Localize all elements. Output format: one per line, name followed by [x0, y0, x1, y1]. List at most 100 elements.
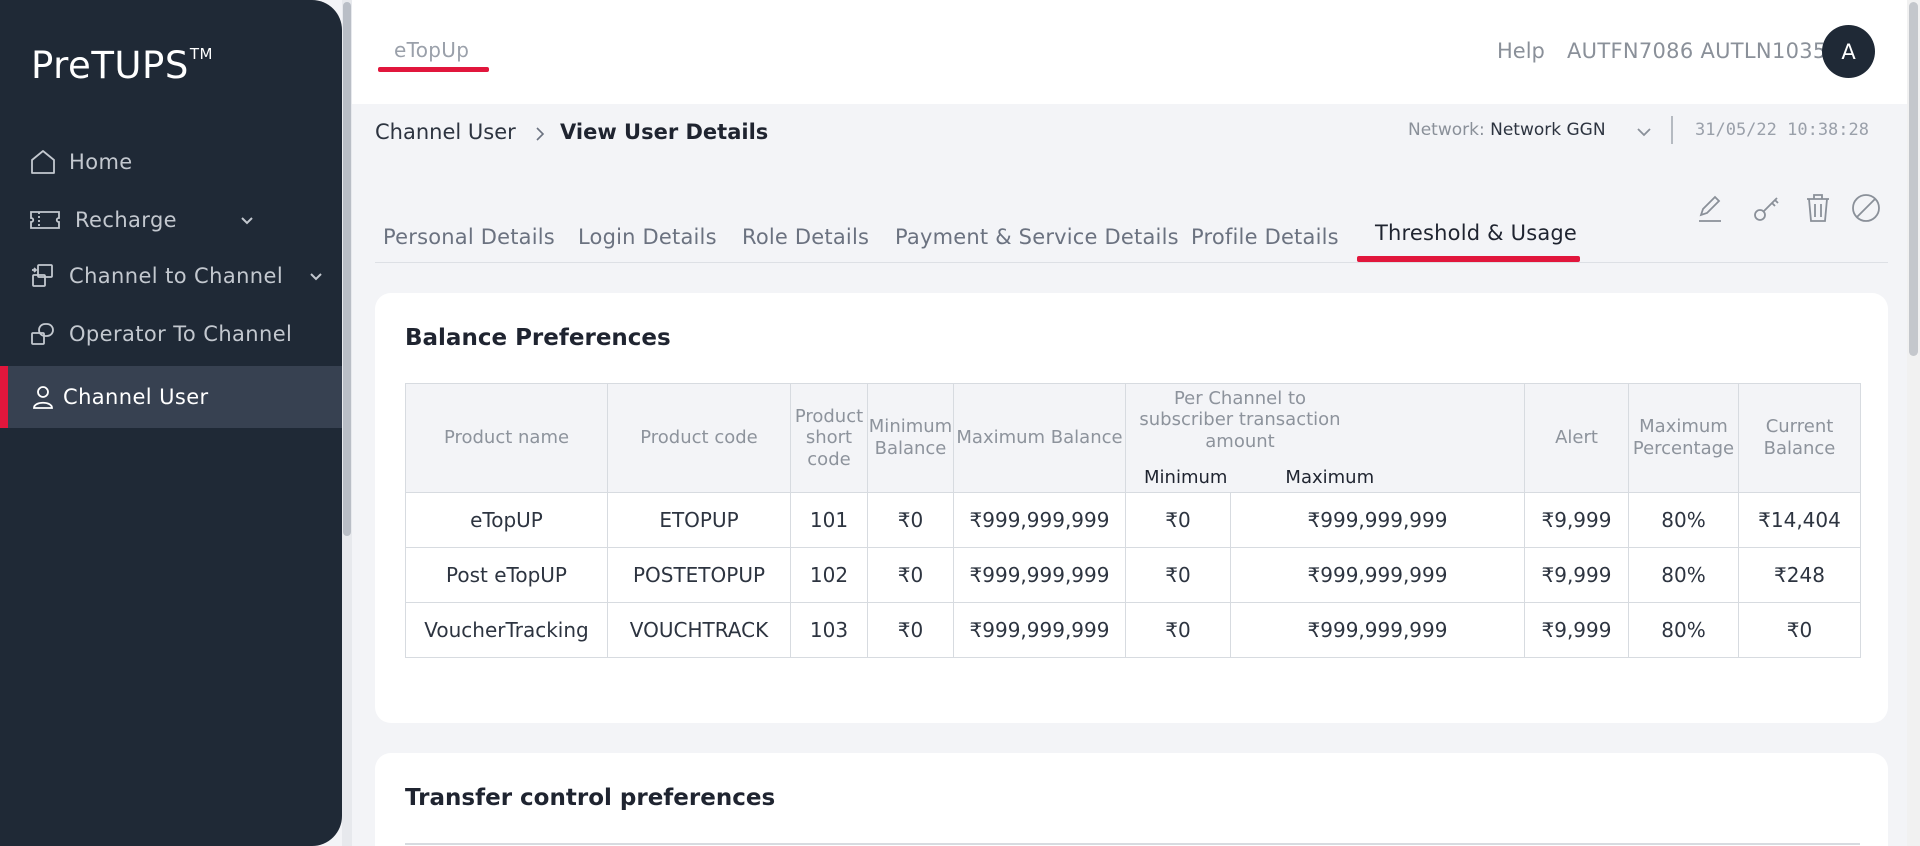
tab-payment-service-details[interactable]: Payment & Service Details: [895, 225, 1179, 249]
transfer-control-title: Transfer control preferences: [405, 785, 776, 811]
cell-min-balance: ₹0: [867, 547, 954, 603]
cell-short-code: 102: [790, 547, 868, 603]
cell-product-name: Post eTopUP: [405, 547, 608, 603]
block-icon[interactable]: [1849, 191, 1883, 225]
network-selector[interactable]: Network: Network GGN: [1408, 120, 1606, 140]
operator-icon: [31, 323, 54, 345]
page-scrollbar-thumb[interactable]: [1909, 2, 1918, 356]
logo-trademark: TM: [189, 44, 213, 63]
cell-per-min: ₹0: [1125, 547, 1231, 603]
balance-preferences-card: Balance Preferences Product name Product…: [375, 293, 1888, 723]
col-header-max-balance: Maximum Balance: [953, 383, 1126, 493]
cell-min-balance: ₹0: [867, 602, 954, 658]
cell-max-balance: ₹999,999,999: [953, 602, 1126, 658]
sidebar-item-operator-to-channel[interactable]: Operator To Channel: [0, 304, 342, 364]
sidebar-item-home[interactable]: Home: [0, 132, 342, 192]
delete-icon[interactable]: [1801, 191, 1835, 225]
per-channel-subheaders: Minimum Maximum: [1126, 467, 1524, 489]
key-icon[interactable]: [1750, 191, 1784, 225]
chevron-right-icon: [536, 127, 545, 141]
cell-short-code: 103: [790, 602, 868, 658]
cell-alert: ₹9,999: [1524, 547, 1629, 603]
cell-product-code: POSTETOPUP: [607, 547, 791, 603]
col-header-min-balance: Minimum Balance: [867, 383, 954, 493]
cell-product-code: ETOPUP: [607, 492, 791, 548]
tab-personal-details[interactable]: Personal Details: [383, 225, 555, 249]
chevron-down-icon[interactable]: [1636, 125, 1652, 139]
cell-max-percentage: 80%: [1628, 492, 1739, 548]
cell-alert: ₹9,999: [1524, 492, 1629, 548]
network-value: Network GGN: [1490, 120, 1606, 140]
edit-icon[interactable]: [1693, 191, 1727, 225]
transfer-icon: [32, 264, 53, 287]
sidebar-item-channel-to-channel[interactable]: Channel to Channel: [0, 246, 342, 306]
logo-text: PreTUPS: [31, 44, 189, 87]
col-header-product-code: Product code: [607, 383, 791, 493]
sidebar-item-recharge[interactable]: Recharge: [0, 190, 342, 250]
sidebar: PreTUPSTM Home Recharge Channel to Chann…: [0, 0, 342, 846]
col-header-per-min: Minimum: [1144, 466, 1228, 488]
cell-per-min: ₹0: [1125, 602, 1231, 658]
tab-threshold-usage[interactable]: Threshold & Usage: [1375, 221, 1577, 245]
cell-product-name: eTopUP: [405, 492, 608, 548]
col-header-per-max: Maximum: [1285, 466, 1375, 488]
avatar[interactable]: A: [1822, 25, 1875, 78]
sidebar-item-label: Recharge: [75, 208, 178, 232]
tab-login-details[interactable]: Login Details: [578, 225, 717, 249]
cell-alert: ₹9,999: [1524, 602, 1629, 658]
cell-per-max: ₹999,999,999: [1230, 492, 1525, 548]
tab-role-details[interactable]: Role Details: [742, 225, 869, 249]
col-header-product-name: Product name: [405, 383, 608, 493]
help-link[interactable]: Help: [1497, 39, 1545, 63]
cell-current-balance: ₹0: [1738, 602, 1861, 658]
breadcrumb-current: View User Details: [560, 120, 769, 144]
table-top-border: [405, 843, 1860, 845]
chevron-down-icon[interactable]: [239, 212, 255, 228]
home-icon: [31, 150, 55, 174]
ticket-icon: [30, 211, 60, 229]
sidebar-item-label: Operator To Channel: [69, 322, 293, 346]
top-header: eTopUp Help AUTFN7086 AUTLN1035 A: [352, 0, 1907, 104]
table-header-row: Product name Product code Product short …: [405, 383, 1861, 493]
sidebar-scrollbar-thumb[interactable]: [343, 2, 351, 536]
balance-preferences-table: Product name Product code Product short …: [405, 383, 1861, 658]
sidebar-item-label: Channel to Channel: [69, 264, 284, 288]
module-tab-indicator: [378, 67, 489, 72]
chevron-down-icon[interactable]: [308, 268, 324, 284]
sidebar-item-channel-user[interactable]: Channel User: [0, 366, 342, 428]
table-row: eTopUP ETOPUP 101 ₹0 ₹999,999,999 ₹0 ₹99…: [405, 492, 1861, 548]
col-header-alert: Alert: [1524, 383, 1629, 493]
sidebar-item-label: Home: [69, 150, 133, 174]
cell-max-percentage: 80%: [1628, 602, 1739, 658]
per-channel-title: Per Channel to subscriber transaction am…: [1139, 387, 1341, 452]
cell-current-balance: ₹14,404: [1738, 492, 1861, 548]
breadcrumb-parent[interactable]: Channel User: [375, 120, 516, 144]
col-header-short-code: Product short code: [790, 383, 868, 493]
cell-max-percentage: 80%: [1628, 547, 1739, 603]
user-icon: [33, 386, 53, 409]
module-tab-etopup[interactable]: eTopUp: [394, 38, 469, 62]
col-header-max-percentage: Maximum Percentage: [1628, 383, 1739, 493]
tab-profile-details[interactable]: Profile Details: [1191, 225, 1339, 249]
cell-product-code: VOUCHTRACK: [607, 602, 791, 658]
app-logo[interactable]: PreTUPSTM: [31, 44, 213, 87]
user-name[interactable]: AUTFN7086 AUTLN1035: [1567, 39, 1827, 63]
cell-per-min: ₹0: [1125, 492, 1231, 548]
active-tab-indicator: [1357, 256, 1580, 262]
cell-min-balance: ₹0: [867, 492, 954, 548]
divider: [1671, 116, 1673, 144]
cell-per-max: ₹999,999,999: [1230, 602, 1525, 658]
network-label: Network:: [1408, 120, 1485, 140]
cell-current-balance: ₹248: [1738, 547, 1861, 603]
datetime: 31/05/22 10:38:28: [1695, 120, 1869, 140]
sidebar-item-label: Channel User: [63, 385, 209, 409]
table-row: VoucherTracking VOUCHTRACK 103 ₹0 ₹999,9…: [405, 602, 1861, 658]
col-header-current-balance: Current Balance: [1738, 383, 1861, 493]
table-row: Post eTopUP POSTETOPUP 102 ₹0 ₹999,999,9…: [405, 547, 1861, 603]
active-indicator: [0, 366, 8, 428]
cell-max-balance: ₹999,999,999: [953, 492, 1126, 548]
tabs-divider: [375, 262, 1888, 263]
cell-per-max: ₹999,999,999: [1230, 547, 1525, 603]
cell-max-balance: ₹999,999,999: [953, 547, 1126, 603]
cell-product-name: VoucherTracking: [405, 602, 608, 658]
